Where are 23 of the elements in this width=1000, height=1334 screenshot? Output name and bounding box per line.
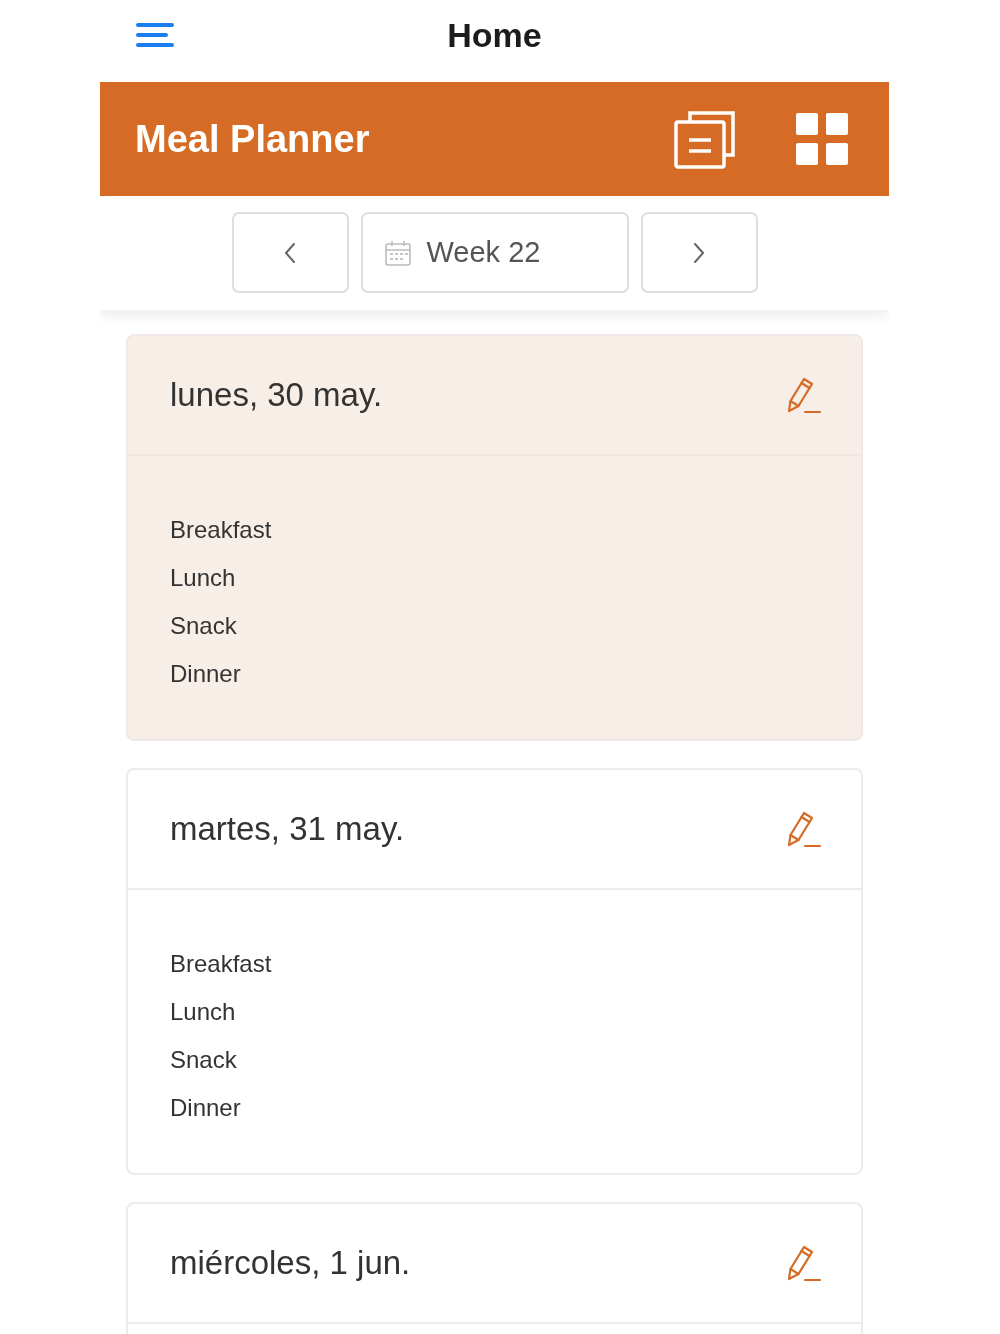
day-title: miércoles, 1 jun. bbox=[170, 1244, 411, 1282]
week-button[interactable]: Week 22 bbox=[360, 212, 629, 293]
day-title: lunes, 30 may. bbox=[170, 376, 383, 414]
meal-label: Breakfast bbox=[170, 949, 272, 979]
meal-label: Snack bbox=[170, 1045, 237, 1075]
pencil-icon[interactable] bbox=[786, 1244, 822, 1282]
page-title: Home bbox=[447, 15, 542, 55]
meal-label: Dinner bbox=[170, 659, 241, 689]
chevron-left-icon bbox=[284, 241, 296, 264]
pencil-icon[interactable] bbox=[786, 810, 822, 848]
meal-label: Dinner bbox=[170, 1093, 241, 1123]
meal-label: Breakfast bbox=[170, 515, 272, 545]
calendar-icon bbox=[384, 239, 411, 266]
meal-label: Lunch bbox=[170, 563, 236, 593]
pencil-icon[interactable] bbox=[786, 376, 822, 414]
grid-icon[interactable] bbox=[796, 113, 848, 165]
meal-label: Lunch bbox=[170, 997, 236, 1027]
day-title: martes, 31 may. bbox=[170, 810, 405, 848]
menu-icon[interactable] bbox=[136, 22, 174, 48]
app-title: Meal Planner bbox=[135, 117, 370, 161]
documents-icon[interactable] bbox=[674, 109, 736, 169]
chevron-right-icon bbox=[693, 241, 705, 264]
meal-label: Snack bbox=[170, 611, 237, 641]
